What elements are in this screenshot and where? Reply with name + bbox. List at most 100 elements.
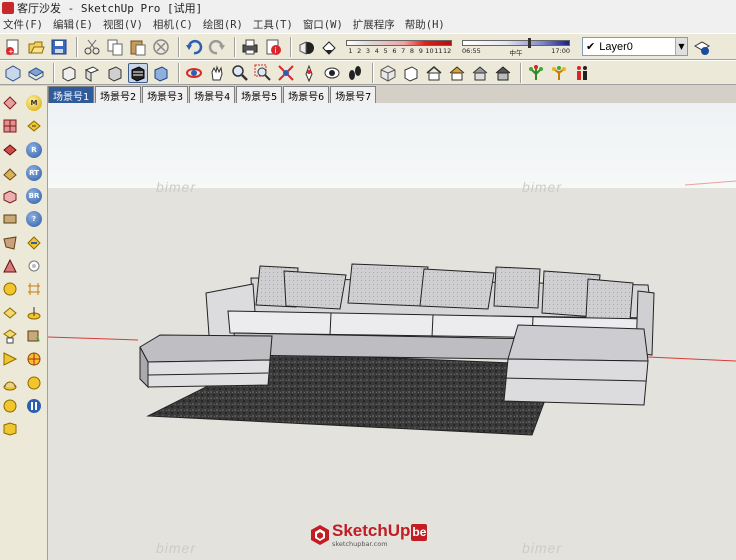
month-tick: 4 (374, 46, 379, 55)
walk-icon[interactable] (25, 374, 43, 392)
time-slider[interactable]: 06:55 中午 17:00 (462, 37, 570, 57)
month-slider[interactable]: 1 2 3 4 5 6 7 8 9 10 11 12 (346, 38, 452, 56)
scene-tab-5[interactable]: 场景号5 (236, 86, 283, 103)
scene-tab-4[interactable]: 场景号4 (189, 86, 236, 103)
chevron-down-icon[interactable]: ▼ (675, 38, 687, 55)
circle-icon[interactable] (1, 234, 19, 252)
menu-view[interactable]: 视图(V) (100, 17, 150, 32)
toolbar-separator (372, 62, 374, 83)
menu-bar: 文件(F) 编辑(E) 视图(V) 相机(C) 绘图(R) 工具(T) 窗口(W… (0, 16, 736, 33)
right-view-icon[interactable] (82, 63, 102, 83)
scale-icon[interactable] (1, 420, 19, 438)
time-start-label: 06:55 (462, 46, 481, 55)
plant-icon[interactable] (526, 63, 546, 83)
standard-toolbar: + i 1 2 3 4 5 6 7 8 9 10 11 12 06:55 中午 … (0, 33, 736, 60)
menu-tools[interactable]: 工具(T) (250, 17, 300, 32)
component-icon[interactable] (1, 117, 19, 135)
follow-me-icon[interactable] (1, 397, 19, 415)
cut-icon[interactable] (82, 37, 102, 57)
new-file-icon[interactable]: + (3, 37, 23, 57)
undo-icon[interactable] (184, 37, 204, 57)
camera-icon[interactable] (296, 37, 316, 57)
shaded-texture-icon[interactable] (470, 63, 490, 83)
sketchup-logo-icon (311, 525, 329, 545)
zoom-window-icon[interactable] (253, 63, 273, 83)
help-tool-button[interactable]: ? (25, 210, 43, 228)
rotate-icon[interactable] (1, 374, 19, 392)
walk-icon[interactable] (345, 63, 365, 83)
iso-view-icon[interactable] (3, 63, 23, 83)
m-tool-button[interactable]: M (25, 94, 43, 112)
layer-dropdown[interactable]: ✔ Layer0 ▼ (582, 37, 688, 56)
save-icon[interactable] (49, 37, 69, 57)
bottom-view-icon[interactable] (151, 63, 171, 83)
open-file-icon[interactable] (26, 37, 46, 57)
orbit-icon[interactable] (184, 63, 204, 83)
components-icon[interactable] (549, 63, 569, 83)
scene-tab-7[interactable]: 场景号7 (330, 86, 377, 103)
eraser-icon[interactable] (1, 164, 19, 182)
position-camera-icon[interactable] (299, 63, 319, 83)
push-pull-icon[interactable] (1, 350, 19, 368)
3d-text-icon[interactable] (25, 327, 43, 345)
shaded-icon[interactable] (447, 63, 467, 83)
left-view-icon[interactable] (128, 62, 148, 83)
monochrome-icon[interactable] (493, 63, 513, 83)
axes-icon[interactable] (25, 257, 43, 275)
month-ramp (346, 39, 452, 46)
paint-icon[interactable] (319, 37, 339, 57)
freehand-icon[interactable] (1, 304, 19, 322)
pan-icon[interactable] (207, 63, 227, 83)
menu-draw[interactable]: 绘图(R) (200, 17, 250, 32)
rectangle-icon[interactable] (1, 187, 19, 205)
month-tick: 9 (418, 46, 423, 55)
pause-icon[interactable] (25, 397, 43, 415)
rt-tool-button[interactable]: RT (25, 164, 43, 182)
menu-extensions[interactable]: 扩展程序 (350, 17, 402, 32)
erase-icon[interactable] (151, 37, 171, 57)
line-icon[interactable] (1, 210, 19, 228)
menu-help[interactable]: 帮助(H) (402, 17, 452, 32)
layer-manager-icon[interactable] (692, 37, 712, 57)
section-icon[interactable] (25, 350, 43, 368)
menu-camera[interactable]: 相机(C) (150, 17, 200, 32)
arc-icon[interactable] (1, 257, 19, 275)
select-icon[interactable] (1, 94, 19, 112)
people-icon[interactable] (572, 63, 592, 83)
front-view-icon[interactable] (59, 63, 79, 83)
dimension-icon[interactable] (25, 280, 43, 298)
top-view-icon[interactable] (26, 63, 46, 83)
text-icon[interactable] (25, 304, 43, 322)
redo-icon[interactable] (207, 37, 227, 57)
copy-icon[interactable] (105, 37, 125, 57)
polygon-icon[interactable] (1, 280, 19, 298)
paste-icon[interactable] (128, 37, 148, 57)
month-tick: 2 (357, 46, 362, 55)
paint-bucket-icon[interactable] (1, 141, 19, 159)
br-tool-button[interactable]: BR (25, 187, 43, 205)
scene-tab-3[interactable]: 场景号3 (142, 86, 189, 103)
month-tick: 11 (434, 46, 443, 55)
zoom-extents-icon[interactable] (276, 63, 296, 83)
scene-tab-1[interactable]: 场景号1 (48, 86, 95, 103)
hidden-line-icon[interactable] (424, 63, 444, 83)
month-tick: 3 (365, 46, 371, 55)
br-tool-label: BR (26, 188, 42, 205)
xray-icon[interactable] (378, 63, 398, 83)
protractor-icon[interactable] (25, 234, 43, 252)
back-view-icon[interactable] (105, 63, 125, 83)
move-icon[interactable] (1, 327, 19, 345)
print-icon[interactable] (240, 37, 260, 57)
model-info-icon[interactable]: i (263, 37, 283, 57)
model-viewport[interactable]: bimer bimer bimer bimer SketchUp be sket… (48, 103, 736, 560)
look-around-icon[interactable] (322, 63, 342, 83)
menu-edit[interactable]: 编辑(E) (50, 17, 100, 32)
scene-tab-2[interactable]: 场景号2 (95, 86, 142, 103)
menu-file[interactable]: 文件(F) (0, 17, 50, 32)
zoom-icon[interactable] (230, 63, 250, 83)
menu-window[interactable]: 窗口(W) (300, 17, 350, 32)
scene-tab-6[interactable]: 场景号6 (283, 86, 330, 103)
wireframe-style-icon[interactable] (401, 63, 421, 83)
tape-measure-icon[interactable] (25, 117, 43, 135)
r-tool-button[interactable]: R (25, 141, 43, 159)
